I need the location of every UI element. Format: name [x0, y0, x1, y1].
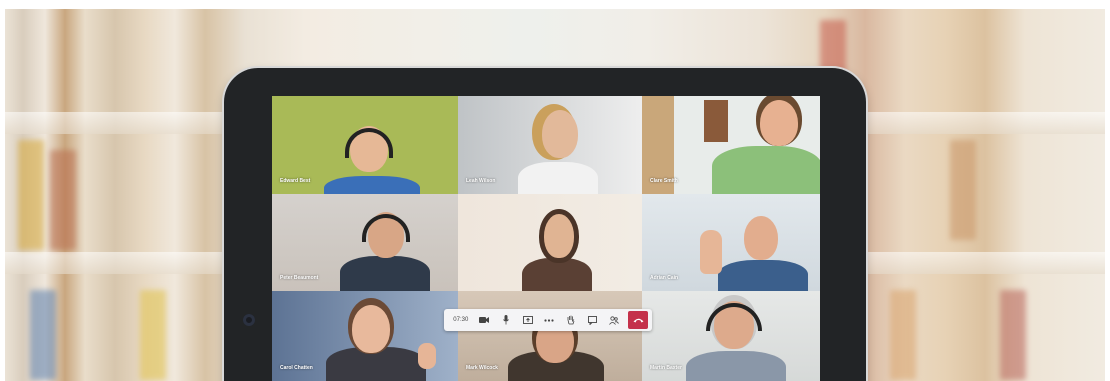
bookcase [704, 100, 728, 142]
participant-tile[interactable]: Peter Beaumont [272, 194, 458, 291]
chat-icon[interactable] [582, 309, 604, 331]
book [18, 140, 44, 250]
waving-hand [700, 230, 722, 274]
front-camera [243, 314, 255, 326]
participant-tile[interactable]: Leah Wilson [458, 96, 642, 194]
thumbs-up-hand [418, 343, 436, 369]
participant-head [352, 305, 390, 353]
participant-name: Martin Baxter [650, 365, 682, 371]
participant-body [324, 176, 420, 194]
participant-body [686, 351, 786, 381]
headset-icon [345, 128, 393, 158]
participant-tile[interactable]: Edward Best [272, 96, 458, 194]
participant-head [744, 216, 778, 260]
participant-body [518, 162, 598, 194]
participant-body [340, 256, 430, 291]
participant-head [542, 110, 578, 158]
participant-name: Leah Wilson [466, 178, 496, 184]
book [1000, 290, 1026, 380]
participant-name: Edward Best [280, 178, 311, 184]
participants-icon[interactable] [604, 309, 626, 331]
participant-body [712, 146, 820, 194]
participant-name: Peter Beaumont [280, 275, 319, 281]
book [30, 290, 56, 380]
participant-name: Adrian Cain [650, 275, 679, 281]
participant-tile[interactable]: Mark Wilcock [458, 291, 642, 381]
call-timer: 07:30 [453, 317, 469, 323]
participant-tile[interactable] [458, 194, 642, 291]
book [950, 140, 976, 240]
headset-icon [362, 214, 410, 242]
video-call-screen: Edward Best Leah Wilson Clare Smith Pete… [272, 96, 820, 381]
participant-name: Carol Chatten [280, 365, 313, 371]
video-camera-icon[interactable] [474, 309, 496, 331]
participant-tile[interactable]: Clare Smith [642, 96, 820, 194]
participant-head [760, 100, 798, 146]
participant-name: Mark Wilcock [466, 365, 498, 371]
share-screen-icon[interactable] [517, 309, 539, 331]
hang-up-icon[interactable] [628, 311, 649, 329]
participant-body [522, 258, 592, 291]
more-options-icon[interactable] [539, 309, 561, 331]
participant-name: Clare Smith [650, 178, 678, 184]
book [140, 290, 166, 380]
participant-head [544, 214, 574, 258]
book [890, 290, 916, 380]
participant-tile[interactable]: Martin Baxter [642, 291, 820, 381]
participant-tile[interactable]: Adrian Cain [642, 194, 820, 291]
microphone-icon[interactable] [495, 309, 517, 331]
book [50, 150, 76, 250]
meeting-toolbar: 07:30 [444, 309, 652, 331]
participant-body [718, 260, 808, 291]
headset-icon [706, 303, 762, 331]
raise-hand-icon[interactable] [560, 309, 582, 331]
participant-tile[interactable]: Carol Chatten [272, 291, 458, 381]
